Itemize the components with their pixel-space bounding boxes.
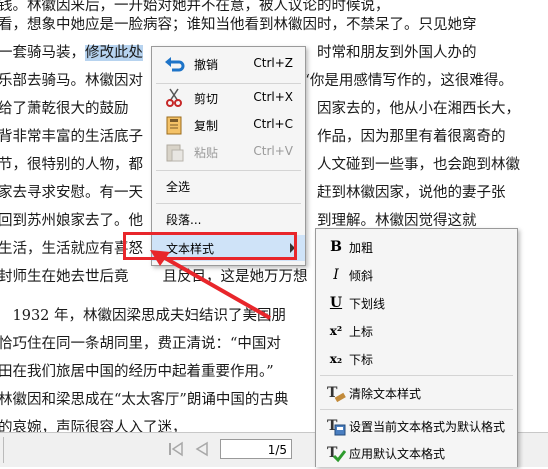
- submenu-item-superscript[interactable]: x² 上标: [316, 317, 517, 343]
- subscript-icon: x₂: [329, 352, 343, 366]
- submenu-item-subscript[interactable]: x₂ 下标: [316, 345, 517, 371]
- scissors-icon: [164, 88, 186, 108]
- first-page-icon[interactable]: [166, 439, 186, 459]
- menu-item-paragraph[interactable]: 段落...: [152, 206, 305, 232]
- menu-separator: [320, 409, 513, 410]
- submenu-item-italic[interactable]: I 倾斜: [316, 261, 517, 287]
- submenu-item-label: 应用默认文本格式: [349, 447, 446, 461]
- submenu-item-label: 上标: [349, 325, 374, 339]
- document-line: 林徽因和梁思成在“太太客厅”朗诵中国的古典: [0, 392, 289, 408]
- menu-item-label: 粘贴: [194, 146, 219, 160]
- selected-text[interactable]: 修改此处: [85, 45, 143, 61]
- toolbar-separator: [3, 437, 6, 463]
- italic-icon: I: [333, 267, 339, 283]
- menu-item-shortcut: Ctrl+Z: [253, 56, 293, 70]
- page-number-input[interactable]: 1/5: [220, 439, 292, 459]
- menu-item-paste[interactable]: 粘贴 Ctrl+V: [152, 139, 305, 165]
- menu-item-label: 全选: [166, 180, 191, 194]
- undo-icon: [164, 54, 186, 74]
- submenu-item-apply-default[interactable]: T 应用默认文本格式: [316, 439, 517, 465]
- document-line: 钱。林徽因来后，一开始对她并不在意，被人议论的时候说，: [0, 0, 390, 14]
- menu-item-shortcut: Ctrl+V: [253, 144, 293, 158]
- menu-item-undo[interactable]: 撤销 Ctrl+Z: [152, 51, 305, 77]
- submenu-item-label: 倾斜: [349, 269, 374, 283]
- submenu-item-label: 加粗: [349, 241, 374, 255]
- menu-item-label: 剪切: [194, 92, 219, 106]
- menu-item-label: 段落...: [166, 213, 202, 227]
- menu-separator: [156, 170, 301, 171]
- submenu-item-label: 下标: [349, 353, 374, 367]
- menu-separator: [156, 83, 301, 84]
- clear-style-icon: T: [326, 383, 346, 403]
- set-default-icon: T: [326, 416, 346, 436]
- document-line: 生活，生活就应有喜怒: [0, 241, 143, 257]
- menu-item-shortcut: Ctrl+C: [253, 117, 293, 131]
- bold-icon: B: [330, 239, 342, 255]
- annotation-arrow: [150, 250, 271, 320]
- submenu-item-underline[interactable]: U 下划线: [316, 289, 517, 315]
- submenu-item-set-default[interactable]: T 设置当前文本格式为默认格式: [316, 412, 517, 438]
- menu-separator: [156, 203, 301, 204]
- paste-icon: [164, 142, 186, 162]
- menu-separator: [320, 375, 513, 376]
- menu-item-label: 撤销: [194, 58, 219, 72]
- submenu-item-label: 下划线: [349, 297, 386, 311]
- submenu-item-label: 设置当前文本格式为默认格式: [349, 420, 506, 434]
- superscript-icon: x²: [329, 324, 343, 338]
- document-line: 看，想象中她应是一脸病容；谁知当他看到林徽因时，不禁呆了。只见她穿: [0, 17, 477, 33]
- apply-default-icon: T: [326, 443, 347, 463]
- text-style-submenu: B 加粗 I 倾斜 U 下划线 x² 上标 x₂ 下标 T 清除文本样式 T 设…: [315, 228, 518, 467]
- prev-page-icon[interactable]: [192, 439, 212, 459]
- menu-item-shortcut: Ctrl+X: [253, 90, 293, 104]
- submenu-item-label: 清除文本样式: [349, 387, 422, 401]
- submenu-item-bold[interactable]: B 加粗: [316, 233, 517, 259]
- menu-item-select-all[interactable]: 全选: [152, 173, 305, 199]
- menu-item-label: 复制: [194, 119, 219, 133]
- underline-icon: U: [329, 295, 343, 311]
- copy-icon: [164, 115, 186, 135]
- menu-item-copy[interactable]: 复制 Ctrl+C: [152, 112, 305, 138]
- menu-item-cut[interactable]: 剪切 Ctrl+X: [152, 85, 305, 111]
- submenu-item-clear-style[interactable]: T 清除文本样式: [316, 379, 517, 405]
